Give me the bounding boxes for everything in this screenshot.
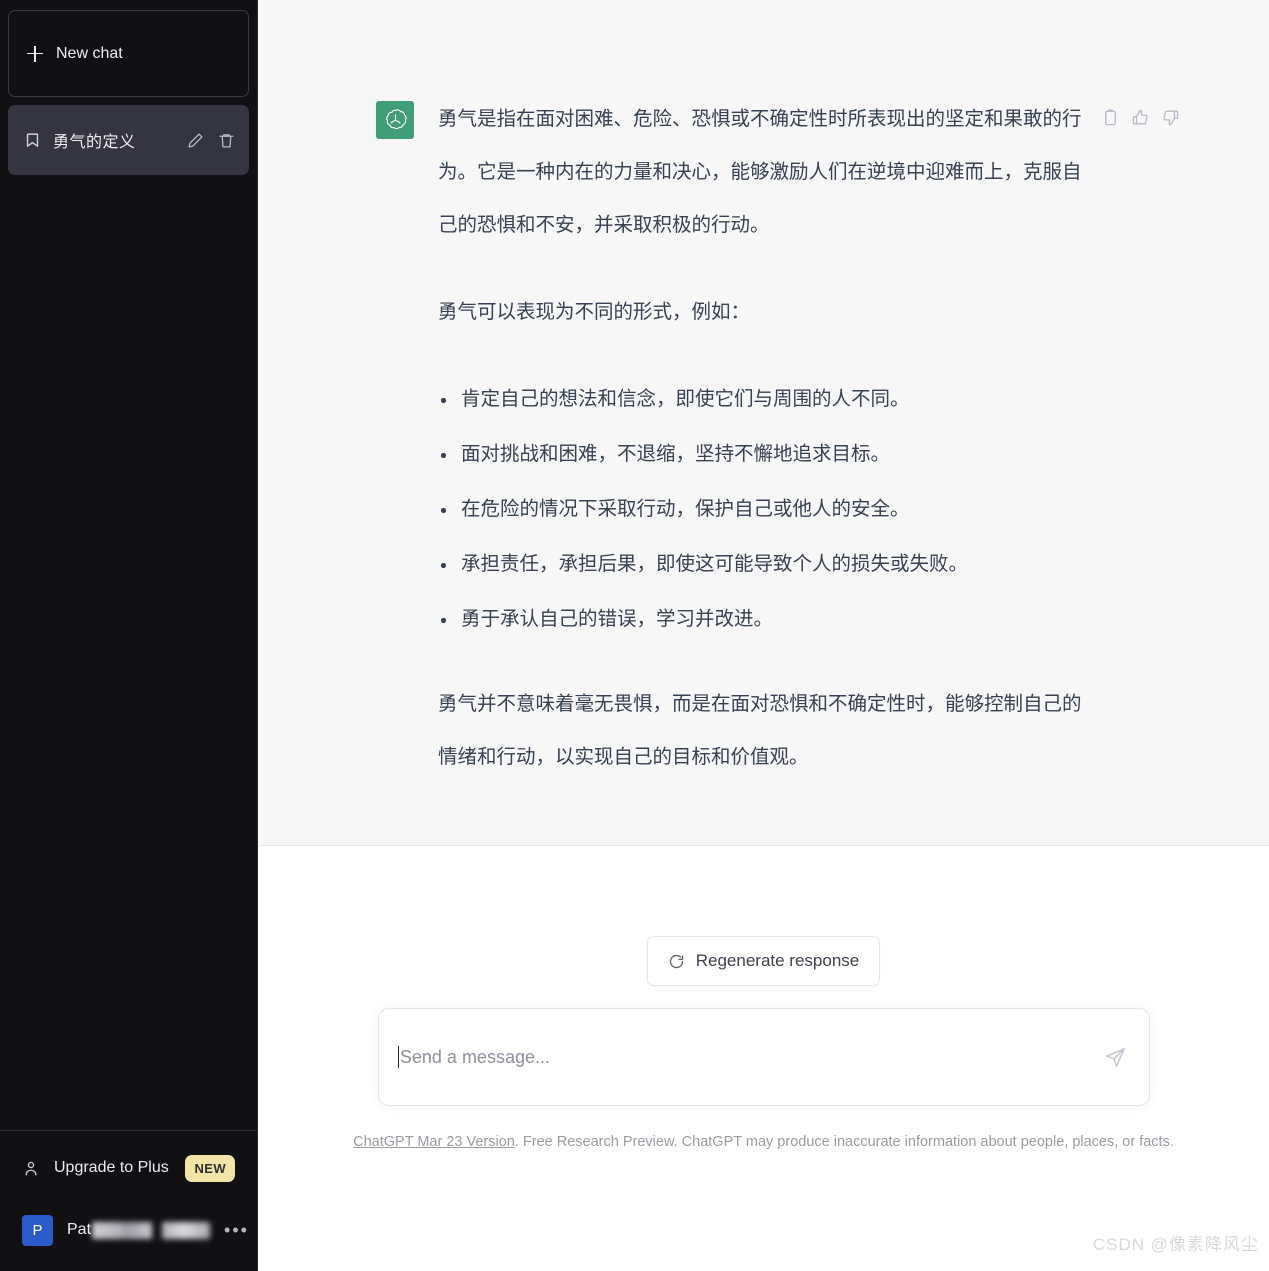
regenerate-response-button[interactable]: Regenerate response (646, 936, 881, 986)
user-name-visible: Pat (67, 1221, 92, 1238)
user-account-row[interactable]: P Pat ••• (8, 1199, 249, 1261)
list-item: 在危险的情况下采取行动，保护自己或他人的安全。 (438, 483, 1086, 536)
message-square-icon (24, 132, 41, 149)
user-name-redacted-2 (162, 1221, 211, 1239)
footer-disclaimer: ChatGPT Mar 23 Version. Free Research Pr… (258, 1134, 1269, 1150)
regenerate-response-label: Regenerate response (695, 951, 860, 970)
main-panel: 勇气是指在面对困难、危险、恐惧或不确定性时所表现出的坚定和果敢的行为。它是一种内… (257, 0, 1269, 1271)
new-chat-button[interactable]: New chat (8, 10, 249, 97)
plus-icon (27, 45, 43, 62)
copy-icon[interactable] (1101, 108, 1120, 127)
user-outline-icon (22, 1159, 40, 1177)
assistant-message-body: 勇气是指在面对困难、危险、恐惧或不确定性时所表现出的坚定和果敢的行为。它是一种内… (438, 93, 1086, 818)
regenerate-wrap: Regenerate response (258, 936, 1269, 986)
chat-history-item-title: 勇气的定义 (53, 134, 136, 151)
sidebar: New chat 勇气的定义 Upgrade to Plus NEW P Pat… (0, 0, 257, 1271)
conversation-thread: 勇气是指在面对困难、危险、恐惧或不确定性时所表现出的坚定和果敢的行为。它是一种内… (258, 0, 1269, 846)
pencil-icon[interactable] (187, 132, 204, 149)
chat-item-actions (187, 132, 235, 149)
avatar: P (22, 1214, 53, 1246)
new-badge: NEW (185, 1154, 235, 1182)
version-link[interactable]: ChatGPT Mar 23 Version (353, 1134, 515, 1150)
list-item: 勇于承认自己的错误，学习并改进。 (438, 593, 1086, 646)
chatgpt-app: New chat 勇气的定义 Upgrade to Plus NEW P Pat… (0, 0, 1269, 1271)
sidebar-top: New chat (0, 0, 257, 97)
list-item: 承担责任，承担后果，即使这可能导致个人的损失或失败。 (438, 538, 1086, 591)
thumbs-down-icon[interactable] (1161, 108, 1180, 127)
message-paragraph-2: 勇气可以表现为不同的形式，例如： (438, 301, 751, 323)
message-input[interactable]: Send a message... (400, 1047, 1104, 1068)
message-paragraph-1: 勇气是指在面对困难、危险、恐惧或不确定性时所表现出的坚定和果敢的行为。它是一种内… (438, 108, 1082, 236)
ellipsis-icon[interactable]: ••• (224, 1220, 249, 1241)
send-plane-icon[interactable] (1104, 1046, 1127, 1069)
list-item: 肯定自己的想法和信念，即使它们与周围的人不同。 (438, 373, 1086, 426)
user-name: Pat (67, 1221, 211, 1239)
message-paragraph-3: 勇气并不意味着毫无畏惧，而是在面对恐惧和不确定性时，能够控制自己的情绪和行动，以… (438, 693, 1082, 768)
watermark: CSDN @像素降风尘 (1092, 1235, 1259, 1254)
openai-logo-icon (376, 101, 414, 139)
list-item: 面对挑战和困难，不退缩，坚持不懈地追求目标。 (438, 428, 1086, 481)
text-cursor (397, 1046, 399, 1068)
thumbs-up-icon[interactable] (1131, 108, 1150, 127)
message-input-wrapper[interactable]: Send a message... (377, 1008, 1150, 1106)
upgrade-label: Upgrade to Plus (54, 1159, 169, 1176)
message-bullet-list: 肯定自己的想法和信念，即使它们与周围的人不同。 面对挑战和困难，不退缩，坚持不懈… (438, 373, 1086, 646)
chat-history-list: 勇气的定义 (0, 97, 257, 175)
upgrade-to-plus-button[interactable]: Upgrade to Plus NEW (8, 1137, 249, 1199)
sidebar-footer: Upgrade to Plus NEW P Pat ••• (0, 1130, 257, 1271)
new-chat-label: New chat (56, 44, 123, 62)
user-name-redacted (92, 1221, 153, 1239)
refresh-icon (668, 953, 685, 970)
chat-history-item[interactable]: 勇气的定义 (8, 105, 249, 175)
message-actions (1101, 108, 1180, 127)
trash-icon[interactable] (218, 132, 235, 149)
footer-rest-text: . Free Research Preview. ChatGPT may pro… (514, 1134, 1174, 1150)
composer-area: Regenerate response Send a message... Ch… (258, 846, 1269, 1271)
